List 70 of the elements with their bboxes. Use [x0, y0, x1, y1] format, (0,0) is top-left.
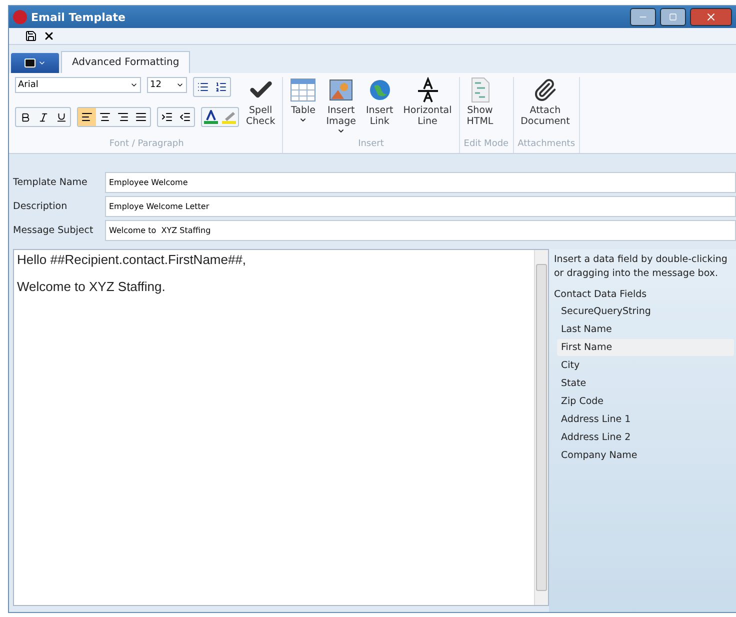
text-field[interactable]: Employe Welcome Letter: [105, 196, 736, 217]
font-dropdown[interactable]: Arial: [15, 77, 141, 93]
paperclip-icon: [533, 78, 558, 102]
close-icon[interactable]: [43, 30, 55, 42]
text-field[interactable]: Welcome to XYZ Staffing: [105, 220, 736, 241]
globe-icon: [368, 78, 392, 102]
message-line: Welcome to XYZ Staffing.: [17, 279, 166, 294]
mail-menu-button[interactable]: [11, 53, 59, 73]
align-icon: [135, 111, 147, 123]
caret-icon: [38, 59, 46, 67]
horizontal-line-icon: [416, 77, 438, 103]
logo-icon: [13, 10, 27, 24]
italic-icon: [38, 112, 48, 122]
minimize-button[interactable]: [630, 8, 656, 26]
indent-icon: [161, 111, 173, 123]
group-label: Edit Mode: [464, 139, 509, 151]
caret-icon: [337, 127, 346, 135]
data-field-item[interactable]: Company Name: [557, 447, 734, 464]
data-field-item[interactable]: Zip Code: [557, 393, 734, 410]
data-field-item[interactable]: Address Line 2: [557, 429, 734, 446]
font-color-icon: [204, 110, 218, 124]
text-field[interactable]: Employee Welcome: [105, 172, 736, 193]
data-field-item[interactable]: First Name: [557, 339, 734, 356]
close-icon: [705, 11, 717, 23]
hline-button[interactable]: Horizontal Line: [400, 77, 455, 135]
panel-heading: Contact Data Fields: [554, 289, 648, 300]
group-label: Font / Paragraph: [108, 139, 185, 151]
field-label: Message Subject: [13, 225, 94, 236]
document-icon: [468, 77, 491, 103]
data-field-item[interactable]: State: [557, 375, 734, 392]
maximize-icon: [669, 13, 677, 21]
message-editor[interactable]: Hello ##Recipient.contact.FirstName##, Welcome to XYZ Staffing.: [13, 249, 549, 606]
group-label: Insert: [357, 139, 385, 151]
panel-hint: Insert a data field by double-clicking or dragging into the message box.: [554, 253, 728, 281]
align-icon: [99, 111, 111, 123]
data-field-item[interactable]: City: [557, 357, 734, 374]
maximize-button[interactable]: [660, 8, 686, 26]
caret-icon: [130, 81, 138, 89]
font-size-dropdown[interactable]: 12: [147, 77, 187, 93]
caret-icon: [299, 116, 308, 124]
table-button[interactable]: Table: [287, 77, 320, 124]
font-color-button[interactable]: [202, 108, 220, 126]
image-button[interactable]: Insert Image: [323, 77, 359, 135]
align-button[interactable]: [78, 108, 96, 126]
window-title: Email Template: [31, 10, 127, 24]
link-button[interactable]: Insert Link: [363, 77, 396, 135]
caret-icon: [176, 81, 184, 89]
html-button[interactable]: Show HTML: [464, 77, 496, 135]
spell-button[interactable]: Spell Check: [243, 77, 278, 127]
align-icon: [81, 111, 93, 123]
close-button[interactable]: [690, 8, 732, 26]
attach-button[interactable]: Attach Document: [518, 77, 573, 135]
save-icon[interactable]: [25, 30, 37, 42]
group-label: Attachments: [518, 139, 576, 151]
underline-icon: [56, 112, 66, 122]
scrollbar[interactable]: [534, 250, 548, 605]
table-icon: [290, 77, 316, 103]
highlighter-icon: [222, 110, 236, 124]
field-label: Template Name: [13, 177, 88, 188]
numbered-list-icon: [215, 81, 227, 93]
field-label: Description: [13, 201, 68, 212]
bold-icon: [20, 112, 30, 122]
data-field-item[interactable]: SecureQueryString: [557, 303, 734, 320]
align-icon: [117, 111, 129, 123]
ribbon-tab[interactable]: Advanced Formatting: [61, 51, 190, 73]
outdent-icon: [179, 111, 191, 123]
image-icon: [328, 77, 354, 103]
data-field-item[interactable]: Last Name: [557, 321, 734, 338]
data-field-item[interactable]: Address Line 1: [557, 411, 734, 428]
message-line: Hello ##Recipient.contact.FirstName##,: [17, 252, 248, 267]
